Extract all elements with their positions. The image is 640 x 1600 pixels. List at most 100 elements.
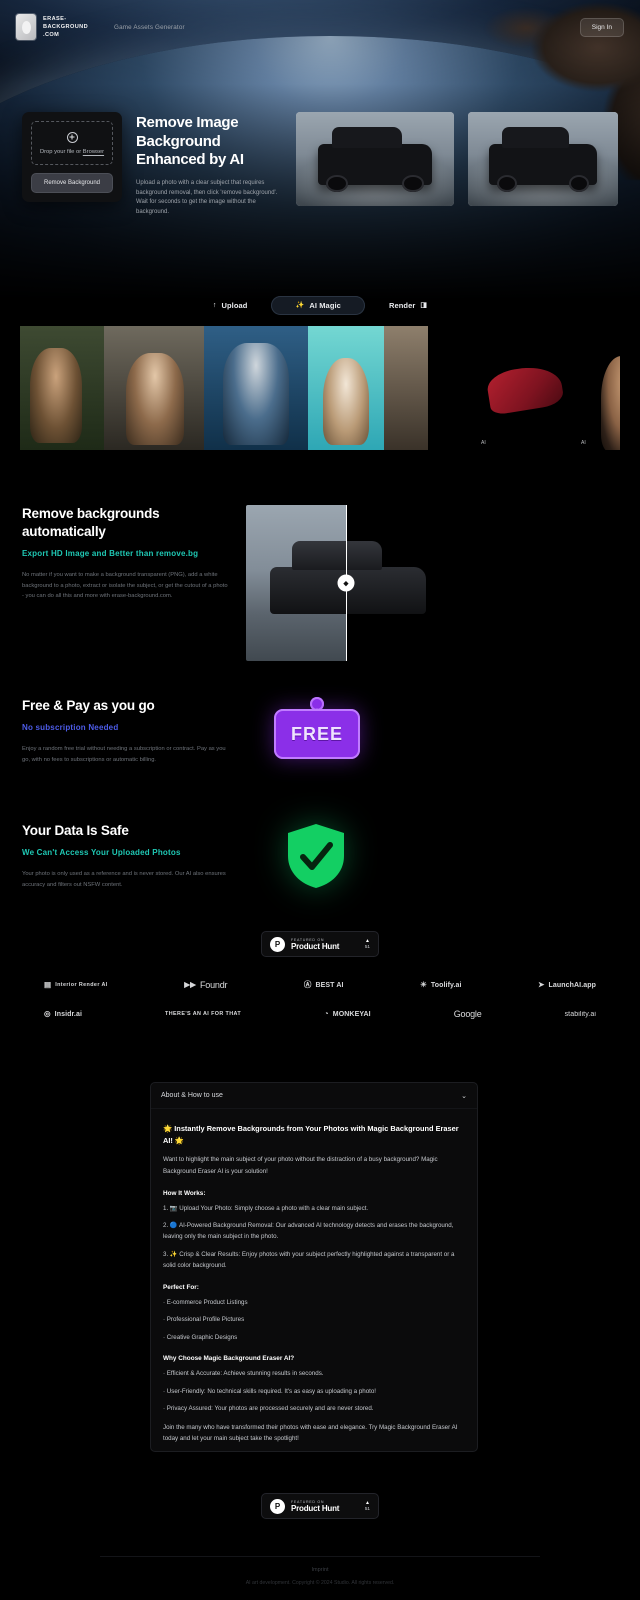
file-dropzone[interactable]: Drop your file or Browser <box>31 121 113 165</box>
gallery-item-4[interactable] <box>308 326 384 450</box>
upload-icon: ↑ <box>212 301 217 309</box>
compare-slider-handle[interactable]: ◆ <box>337 574 355 592</box>
feature-2-title: Free & Pay as you go <box>22 698 155 713</box>
product-hunt-upvote-top[interactable]: ▲ 51 <box>364 939 370 950</box>
best-ai-icon: Ⓐ <box>303 980 312 990</box>
about-perfect-item-3: · Creative Graphic Designs <box>163 1333 238 1341</box>
logo-google[interactable]: Google <box>454 1009 482 1019</box>
sparkle-icon: ✨ <box>295 301 305 309</box>
mode-tabs: ↑ Upload ✨ AI Magic Render ◨ <box>0 294 640 316</box>
logo-label-stability-ai: stability.ai <box>564 1010 596 1018</box>
logo-row-1: ▤ Interior Render AI ▶▶ Foundr Ⓐ BEST AI… <box>44 980 596 990</box>
logo-label-insidr-ai: Insidr.ai <box>54 1010 83 1018</box>
about-how-to-use-panel: About & How to use ⌄ 🌟 Instantly Remove … <box>150 1082 478 1452</box>
plus-circle-icon <box>66 131 78 143</box>
gallery-item-3[interactable] <box>204 326 308 450</box>
footer-copyright: AI art development. Copyright © 2024 Stu… <box>245 1580 395 1586</box>
feature-1-body: No matter if you want to make a backgrou… <box>22 572 228 599</box>
brand-line-2: BACKGROUND <box>43 23 89 30</box>
logo-launchai-app[interactable]: ➤ LaunchAI.app <box>538 981 596 989</box>
about-perfect-item-1: · E-commerce Product Listings <box>163 1298 248 1306</box>
top-navigation-bar: ERASE- BACKGROUND .COM Game Assets Gener… <box>0 0 640 54</box>
about-perfect-item-2: · Professional Profile Pictures <box>163 1316 245 1324</box>
about-panel-header[interactable]: About & How to use ⌄ <box>151 1083 477 1109</box>
interior-render-ai-icon: ▤ <box>44 980 52 990</box>
monkeyai-icon: ◔ <box>324 1009 329 1019</box>
brand-logo[interactable]: ERASE- BACKGROUND .COM <box>16 14 88 40</box>
feature-2-copy: Free & Pay as you go No subscription Nee… <box>22 697 230 765</box>
remove-background-button[interactable]: Remove Background <box>31 173 113 193</box>
logo-label-interior-render-ai: Interior Render AI <box>55 982 108 988</box>
insidr-icon: ◎ <box>44 1009 51 1019</box>
feature-section-data-safe: Your Data Is Safe We Can't Access Your U… <box>0 822 640 890</box>
logo-label-monkeyai: MONKEYAI <box>332 1010 371 1018</box>
feature-section-free-pay-as-you-go: Free & Pay as you go No subscription Nee… <box>0 697 640 765</box>
feature-1-copy: Remove backgrounds automatically Export … <box>22 505 230 601</box>
gallery-item-7[interactable]: AI <box>576 326 620 450</box>
upvote-count-bottom: 51 <box>364 1506 370 1511</box>
about-why-item-1: · Efficient & Accurate: Achieve stunning… <box>163 1370 324 1378</box>
suv-silhouette <box>318 126 432 192</box>
product-hunt-upvote-bottom[interactable]: ▲ 51 <box>364 1501 370 1512</box>
feature-3-subtitle: We Can't Access Your Uploaded Photos <box>22 847 181 857</box>
about-why-choose-title: Why Choose Magic Background Eraser AI? <box>163 1355 295 1363</box>
hero-section: ERASE- BACKGROUND .COM Game Assets Gener… <box>0 0 640 300</box>
logo-insidr-ai[interactable]: ◎ Insidr.ai <box>44 1010 82 1018</box>
logo-monkeyai[interactable]: ◔ MONKEYAI <box>324 1010 371 1018</box>
upvote-count-top: 51 <box>364 944 370 949</box>
footer-nav-link[interactable]: Imprint <box>0 1567 640 1573</box>
product-hunt-logo-icon-bottom: P <box>270 1498 285 1514</box>
about-perfect-for-title: Perfect For: <box>163 1283 199 1291</box>
browse-link[interactable]: Browser <box>83 149 104 155</box>
brand-line-3: .COM <box>43 32 60 39</box>
hero-content-row: Drop your file or Browser Remove Backgro… <box>0 112 640 218</box>
render-icon: ◨ <box>420 301 428 309</box>
feature-3-body: Your photo is only used as a reference a… <box>22 871 226 888</box>
logo-foundr[interactable]: ▶▶ Foundr <box>184 980 227 990</box>
about-step-1: 1. 📷 Upload Your Photo: Simply choose a … <box>163 1204 369 1212</box>
gallery-item-6[interactable]: AI <box>476 326 576 450</box>
feature-section-remove-backgrounds: Remove backgrounds automatically Export … <box>0 505 640 661</box>
gallery-item-5[interactable] <box>384 326 428 450</box>
suv-silhouette-2 <box>489 126 597 192</box>
footer-divider <box>100 1556 540 1557</box>
about-heading: 🌟 Instantly Remove Backgrounds from Your… <box>163 1124 459 1145</box>
logo-stability-ai[interactable]: stability.ai <box>565 1011 596 1018</box>
tab-upload-label: Upload <box>221 300 248 310</box>
before-after-compare-widget[interactable]: ◆ <box>246 505 446 661</box>
sign-in-button[interactable]: Sign In <box>579 17 624 37</box>
product-hunt-name-top: Product Hunt <box>291 941 340 951</box>
about-panel-body: 🌟 Instantly Remove Backgrounds from Your… <box>151 1109 477 1451</box>
tab-ai-magic[interactable]: ✨ AI Magic <box>271 295 365 315</box>
product-hunt-badge-top-wrap: P FEATURED ON Product Hunt ▲ 51 <box>0 931 640 957</box>
logo-best-ai[interactable]: Ⓐ BEST AI <box>304 981 344 989</box>
hero-example-image-2 <box>468 112 618 206</box>
about-why-item-2: · User-Friendly: No technical skills req… <box>163 1387 377 1395</box>
tab-render-label: Render <box>388 300 416 310</box>
hero-example-image-1 <box>296 112 454 206</box>
brand-wordmark: ERASE- BACKGROUND .COM <box>43 15 88 39</box>
product-hunt-text-bottom: FEATURED ON Product Hunt <box>291 1500 359 1513</box>
chevron-down-icon[interactable]: ⌄ <box>461 1092 467 1100</box>
logo-interior-render-ai[interactable]: ▤ Interior Render AI <box>44 981 108 989</box>
product-hunt-badge-top[interactable]: P FEATURED ON Product Hunt ▲ 51 <box>261 931 379 957</box>
hero-title: Remove Image Background Enhanced by AI <box>136 114 244 169</box>
logo-label-launchai-app: LaunchAI.app <box>548 981 596 989</box>
wheel-left <box>326 174 348 192</box>
logo-mark-icon <box>16 14 36 40</box>
logo-toolify-ai[interactable]: ☀ Toolify.ai <box>420 981 462 989</box>
feature-3-copy: Your Data Is Safe We Can't Access Your U… <box>22 822 230 890</box>
product-hunt-badge-bottom[interactable]: P FEATURED ON Product Hunt ▲ 51 <box>261 1493 379 1519</box>
dropzone-label: Drop your file or Browser <box>40 149 104 155</box>
gallery-item-1[interactable] <box>20 326 104 450</box>
tab-upload[interactable]: ↑ Upload <box>201 296 260 315</box>
nav-item-game-assets-generator[interactable]: Game Assets Generator <box>114 24 185 31</box>
tab-render[interactable]: Render ◨ <box>377 296 439 315</box>
logo-theres-an-ai-for-that[interactable]: THERE'S AN AI FOR THAT <box>165 1011 241 1017</box>
product-hunt-text: FEATURED ON Product Hunt <box>291 938 359 951</box>
toolify-gear-icon: ☀ <box>420 980 427 990</box>
page-footer: Imprint AI art development. Copyright © … <box>0 1556 640 1600</box>
gallery-item-2[interactable] <box>104 326 204 450</box>
upload-card: Drop your file or Browser Remove Backgro… <box>22 112 122 202</box>
dropzone-text: Drop your file or <box>39 148 83 155</box>
